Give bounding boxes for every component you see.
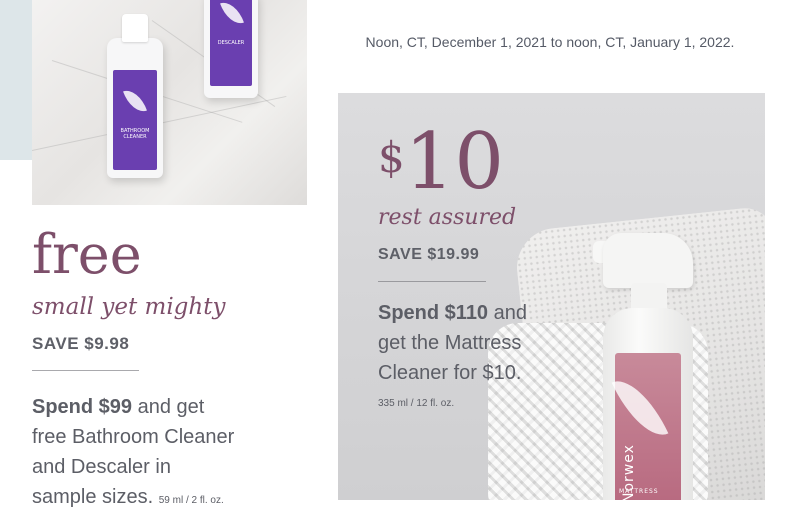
offer-small-description: Spend $99 and get free Bathroom Cleaner …: [32, 392, 322, 516]
promo-date-range: Noon, CT, December 1, 2021 to noon, CT, …: [365, 34, 735, 50]
mattress-cleaner-bottle: Norwex MATTRESS: [593, 233, 703, 500]
offer-mattress-text: and: [488, 302, 527, 324]
offer-mattress-size: 335 ml / 12 fl. oz.: [378, 398, 455, 409]
offer-mattress-line-1: Spend $110 and: [378, 298, 578, 328]
offer-mattress-tagline: rest assured: [378, 205, 517, 230]
divider: [378, 281, 486, 282]
offer-small-size: 59 ml / 2 fl. oz.: [158, 495, 224, 506]
decorative-side-strip: [0, 0, 32, 160]
mattress-label: MATTRESS: [619, 488, 659, 495]
offer-small-line-1: Spend $99 and get: [32, 392, 322, 422]
bathroom-cleaner-bottle: BATHROOM CLEANER: [107, 14, 163, 178]
leaf-logo-icon: [123, 86, 147, 116]
bathroom-cleaner-label: BATHROOM CLEANER: [120, 128, 150, 140]
offer-mattress-spend: Spend $110: [378, 302, 489, 324]
currency-symbol: $: [378, 133, 405, 182]
offer-small-line-4-text: sample sizes.: [32, 486, 154, 508]
price-amount: 10: [404, 117, 504, 207]
offer-small-line-4: sample sizes. 59 ml / 2 fl. oz.: [32, 482, 322, 516]
offer-free-title: free: [32, 223, 142, 286]
bottle-label: BATHROOM CLEANER: [113, 70, 157, 170]
divider: [32, 370, 139, 371]
mattress-promo-panel: Norwex MATTRESS $10 rest assured SAVE $1…: [338, 93, 765, 500]
bottle-cap: [122, 14, 148, 42]
descaler-bottle: DESCALER: [204, 0, 258, 98]
offer-small-save: SAVE $9.98: [32, 334, 130, 353]
offer-small-spend: Spend $99: [32, 396, 133, 418]
bottle-label: DESCALER: [210, 0, 252, 86]
descaler-label: DESCALER: [217, 40, 245, 46]
offer-small-line-2: free Bathroom Cleaner: [32, 426, 235, 448]
leaf-logo-icon: [220, 0, 244, 28]
offer-mattress-price: $10: [378, 123, 504, 201]
offer-small-text: and get: [132, 396, 205, 418]
offer-small-tagline: small yet mighty: [32, 294, 226, 320]
bathroom-products-photo: BATHROOM CLEANER DESCALER: [32, 0, 307, 205]
offer-mattress-save: SAVE $19.99: [378, 246, 480, 263]
offer-mattress-line-2: get the Mattress: [378, 332, 522, 354]
offer-small-line-3: and Descaler in: [32, 456, 171, 478]
offer-mattress-line-3: Cleaner for $10.: [378, 362, 522, 384]
spray-trigger: [603, 233, 693, 288]
offer-mattress-description: Spend $110 and get the Mattress Cleaner …: [378, 298, 578, 388]
